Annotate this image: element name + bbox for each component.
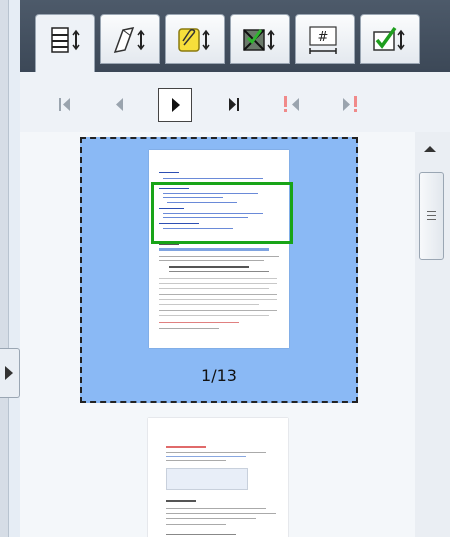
scroll-up-arrow-icon[interactable] xyxy=(424,146,436,152)
tab-bates-numbering[interactable]: # xyxy=(295,14,355,64)
current-view-highlight[interactable] xyxy=(151,182,293,244)
pen-icon xyxy=(113,27,145,53)
next-page-icon xyxy=(172,98,180,112)
tab-notes[interactable] xyxy=(165,14,225,64)
thumbnail-list[interactable]: 1/13 xyxy=(20,132,415,537)
bates-number-icon: # xyxy=(309,26,337,54)
previous-page-icon xyxy=(116,98,123,111)
next-flagged-button[interactable] xyxy=(335,88,369,122)
page-navigation-bar xyxy=(20,72,450,132)
checkmark-icon xyxy=(373,26,405,51)
previous-flagged-button[interactable] xyxy=(275,88,309,122)
tab-checkmarks[interactable] xyxy=(360,14,420,64)
page-number-label: 1/13 xyxy=(201,366,237,385)
thumbnail-panel: 1/13 xyxy=(20,72,450,537)
svg-text:#: # xyxy=(318,30,329,45)
left-splitter[interactable] xyxy=(0,0,9,537)
tab-page-thumbnails[interactable] xyxy=(35,14,95,72)
expand-arrow-icon xyxy=(5,366,13,380)
last-page-icon xyxy=(229,98,239,111)
thumbnail-page-1[interactable]: 1/13 xyxy=(80,137,358,403)
previous-flagged-icon xyxy=(284,96,299,112)
next-flagged-icon xyxy=(343,96,357,112)
thumbnail-page-2[interactable] xyxy=(148,418,288,537)
redaction-icon xyxy=(243,29,275,51)
tab-redactions[interactable] xyxy=(230,14,290,64)
tab-annotations[interactable] xyxy=(100,14,160,64)
first-page-icon xyxy=(59,98,70,111)
panel-tab-bar: # xyxy=(20,0,450,72)
page-stack-icon xyxy=(51,27,80,53)
page-1-preview xyxy=(149,150,289,348)
previous-page-button[interactable] xyxy=(103,88,137,122)
first-page-button[interactable] xyxy=(48,88,82,122)
vertical-scrollbar[interactable] xyxy=(415,132,450,537)
scrollbar-thumb[interactable] xyxy=(419,172,444,260)
last-page-button[interactable] xyxy=(218,88,252,122)
paperclip-note-icon xyxy=(178,28,210,52)
next-page-button[interactable] xyxy=(158,88,192,122)
collapse-panel-button[interactable] xyxy=(0,348,20,398)
